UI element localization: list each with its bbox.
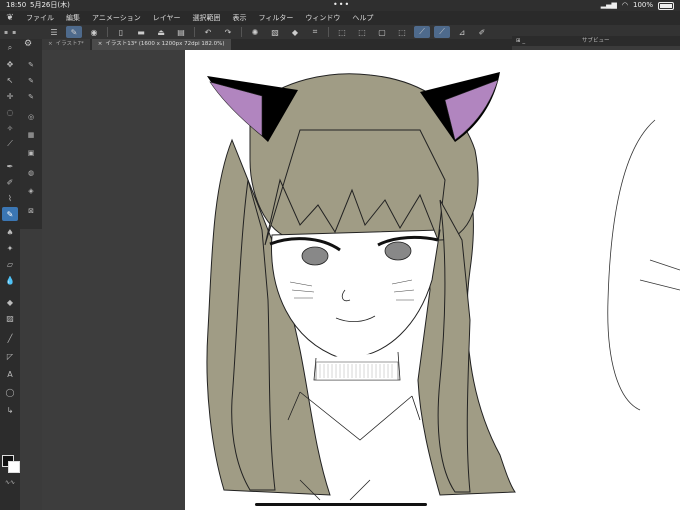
choker	[315, 361, 399, 381]
eye-right-iris	[384, 241, 412, 261]
illustration	[206, 72, 680, 501]
subview-figure	[607, 119, 680, 411]
eye-left-iris	[301, 246, 329, 266]
home-indicator[interactable]	[255, 503, 427, 506]
